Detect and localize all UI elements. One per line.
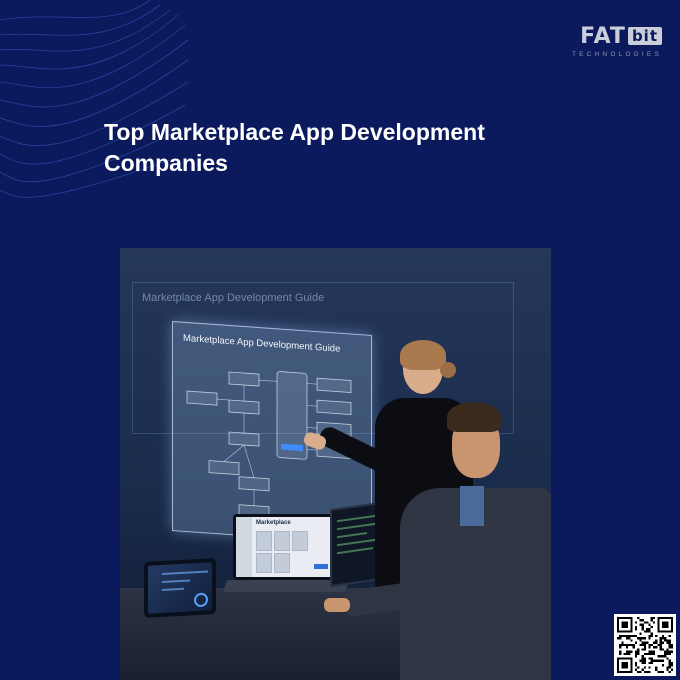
logo-accent: bit [627,27,662,45]
laptop-device: Marketplace [233,514,335,580]
logo-subtitle: TECHNOLOGIES [571,51,662,58]
page-headline: Top Marketplace App Development Companie… [104,119,485,176]
background-board-title: Marketplace App Development Guide [142,292,325,304]
tablet-device [144,558,216,618]
logo-text: FAT [580,24,626,49]
laptop-screen-title: Marketplace [256,520,291,526]
company-logo: FAT bit TECHNOLOGIES [572,26,662,58]
hero-photo: Marketplace App Development Guide Market… [120,248,551,680]
qr-code-icon[interactable] [614,614,676,676]
gauge-icon [194,592,208,608]
